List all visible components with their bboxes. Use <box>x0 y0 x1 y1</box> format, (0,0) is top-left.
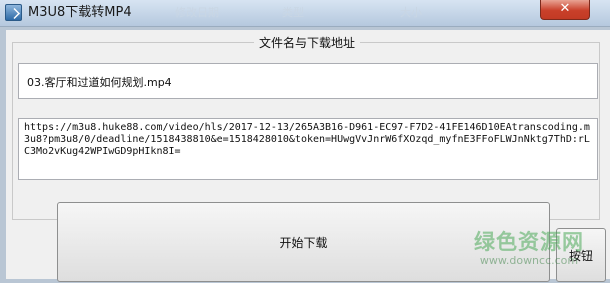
start-download-button[interactable]: 开始下载 <box>57 202 550 282</box>
background-column-date: 修改日期 <box>175 6 219 19</box>
window-title: M3U8下载转MP4 <box>28 5 132 20</box>
app-icon <box>5 4 22 21</box>
group-title: 文件名与下载地址 <box>254 34 361 51</box>
background-column-type: 类型 <box>282 6 304 19</box>
filename-input[interactable]: 03.客厅和过道如何规划.mp4 <box>18 63 598 99</box>
title-bar[interactable]: 修改日期 类型 大小 M3U8下载转MP4 ✕ <box>0 0 610 27</box>
url-textarea[interactable]: https://m3u8.huke88.com/video/hls/2017-1… <box>18 118 598 180</box>
window-client-area: 文件名与下载地址 03.客厅和过道如何规划.mp4 https://m3u8.h… <box>6 30 610 282</box>
background-column-size: 大小 <box>400 6 422 19</box>
close-button[interactable]: ✕ <box>540 0 590 20</box>
button[interactable]: 按钮 <box>556 228 606 282</box>
